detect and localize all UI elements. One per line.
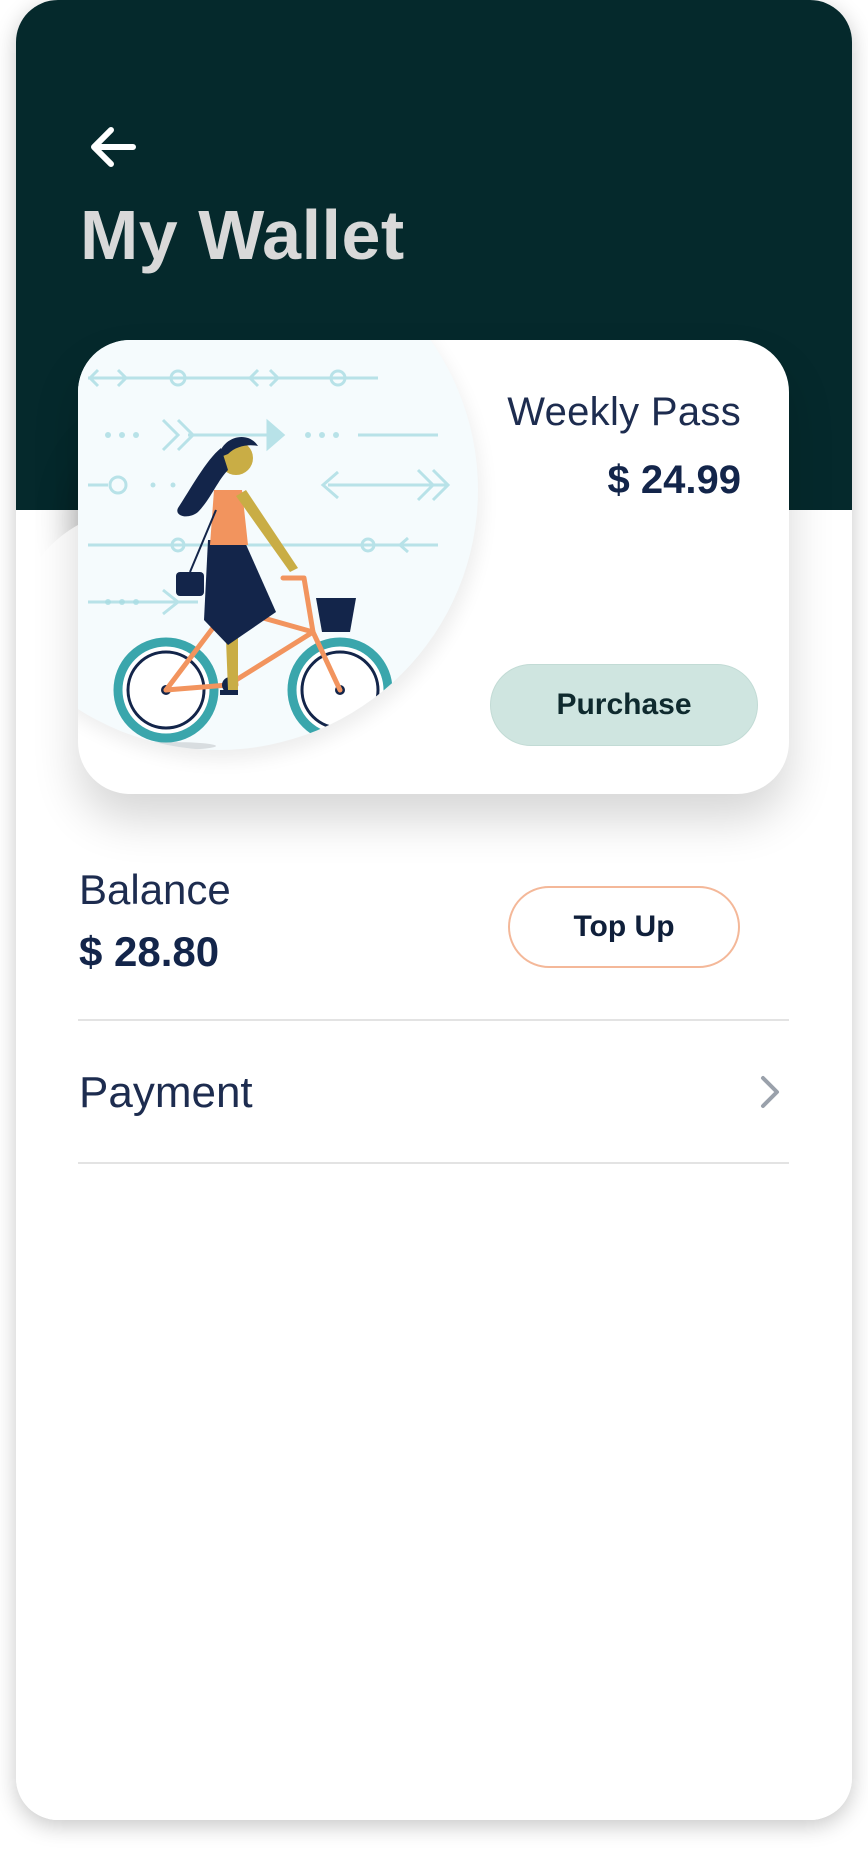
woman-riding-bicycle-illustration [87, 368, 451, 750]
back-button[interactable] [74, 112, 152, 182]
purchase-button[interactable]: Purchase [490, 664, 758, 746]
divider [78, 1162, 789, 1164]
arrow-left-icon [91, 127, 136, 167]
top-up-button[interactable]: Top Up [508, 886, 740, 968]
balance-value: $ 28.80 [79, 928, 220, 975]
weekly-pass-card: Weekly Pass $ 24.99 Purchase [78, 340, 789, 794]
phone-screen: My Wallet Weekly Pass $ 24.99 Purchase B… [16, 0, 852, 1820]
page-title: My Wallet [80, 196, 405, 274]
illustration-backdrop [78, 340, 478, 750]
chevron-right-icon [761, 1076, 779, 1108]
balance-label: Balance [79, 866, 231, 913]
payment-row[interactable]: Payment [78, 1020, 789, 1160]
pass-name: Weekly Pass [507, 390, 741, 434]
pass-price: $ 24.99 [607, 458, 741, 502]
payment-label: Payment [79, 1068, 253, 1117]
